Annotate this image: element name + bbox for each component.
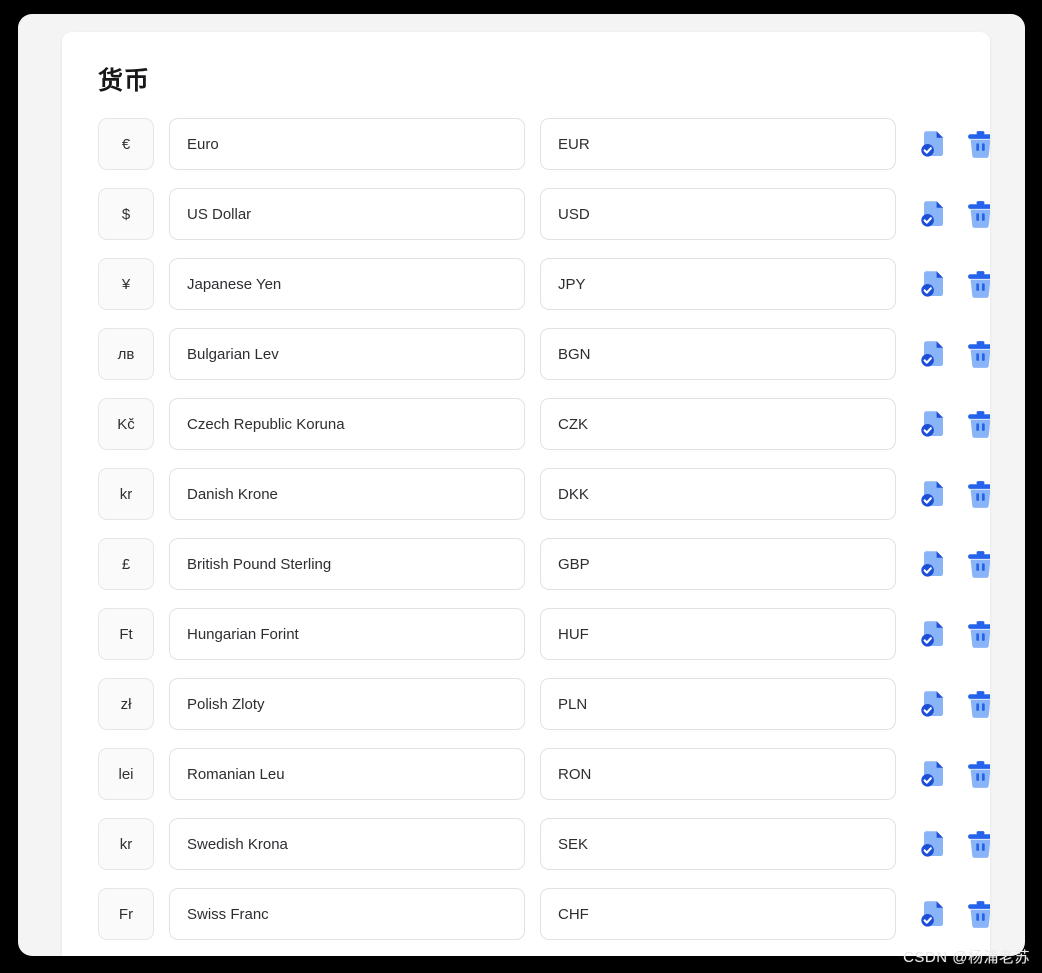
- currency-row: лв Bulgarian Lev BGN: [62, 328, 990, 380]
- currency-name-input[interactable]: British Pound Sterling: [169, 538, 525, 590]
- currency-code-input[interactable]: RON: [540, 748, 896, 800]
- trash-icon[interactable]: [964, 688, 990, 721]
- currency-name-input[interactable]: Czech Republic Koruna: [169, 398, 525, 450]
- trash-icon[interactable]: [964, 758, 990, 791]
- currency-name-input[interactable]: Hungarian Forint: [169, 608, 525, 660]
- currency-name-input[interactable]: Euro: [169, 118, 525, 170]
- currency-code-input[interactable]: HUF: [540, 608, 896, 660]
- currency-row: Ft Hungarian Forint HUF: [62, 608, 990, 660]
- currency-symbol-box[interactable]: Ft: [98, 608, 154, 660]
- currency-symbol-box[interactable]: Kč: [98, 398, 154, 450]
- save-icon[interactable]: [917, 548, 950, 581]
- row-actions: [917, 198, 990, 231]
- currency-symbol-box[interactable]: lei: [98, 748, 154, 800]
- currency-row: kr Danish Krone DKK: [62, 468, 990, 520]
- currency-code-input[interactable]: JPY: [540, 258, 896, 310]
- row-actions: [917, 758, 990, 791]
- save-icon[interactable]: [917, 618, 950, 651]
- row-actions: [917, 268, 990, 301]
- screenshot-frame: 货币 € Euro EUR $ US Dollar USD ¥ Japanese Yen JPY…: [0, 0, 1042, 973]
- save-icon[interactable]: [917, 408, 950, 441]
- currency-symbol-box[interactable]: $: [98, 188, 154, 240]
- currency-symbol-box[interactable]: ¥: [98, 258, 154, 310]
- trash-icon[interactable]: [964, 338, 990, 371]
- currency-row: Fr Swiss Franc CHF: [62, 888, 990, 940]
- page-surface: 货币 € Euro EUR $ US Dollar USD ¥ Japanese Yen JPY…: [18, 14, 1025, 956]
- save-icon[interactable]: [917, 758, 950, 791]
- currency-row: lei Romanian Leu RON: [62, 748, 990, 800]
- trash-icon[interactable]: [964, 548, 990, 581]
- currency-name-input[interactable]: Danish Krone: [169, 468, 525, 520]
- trash-icon[interactable]: [964, 898, 990, 931]
- currency-symbol-box[interactable]: zł: [98, 678, 154, 730]
- page-title: 货币: [98, 67, 151, 95]
- currency-row: zł Polish Zloty PLN: [62, 678, 990, 730]
- currency-name-input[interactable]: Bulgarian Lev: [169, 328, 525, 380]
- currency-code-input[interactable]: CHF: [540, 888, 896, 940]
- currency-code-input[interactable]: GBP: [540, 538, 896, 590]
- currency-name-input[interactable]: Japanese Yen: [169, 258, 525, 310]
- row-actions: [917, 338, 990, 371]
- currency-symbol-box[interactable]: лв: [98, 328, 154, 380]
- currency-code-input[interactable]: SEK: [540, 818, 896, 870]
- currency-name-input[interactable]: Swedish Krona: [169, 818, 525, 870]
- currency-symbol-box[interactable]: kr: [98, 818, 154, 870]
- currency-code-input[interactable]: CZK: [540, 398, 896, 450]
- save-icon[interactable]: [917, 338, 950, 371]
- currency-symbol-box[interactable]: £: [98, 538, 154, 590]
- currency-row: Kč Czech Republic Koruna CZK: [62, 398, 990, 450]
- currency-row: $ US Dollar USD: [62, 188, 990, 240]
- trash-icon[interactable]: [964, 198, 990, 231]
- row-actions: [917, 128, 990, 161]
- row-actions: [917, 688, 990, 721]
- currency-name-input[interactable]: Swiss Franc: [169, 888, 525, 940]
- currency-code-input[interactable]: USD: [540, 188, 896, 240]
- currency-symbol-box[interactable]: kr: [98, 468, 154, 520]
- row-actions: [917, 548, 990, 581]
- row-actions: [917, 408, 990, 441]
- currency-code-input[interactable]: BGN: [540, 328, 896, 380]
- currency-name-input[interactable]: Polish Zloty: [169, 678, 525, 730]
- save-icon[interactable]: [917, 828, 950, 861]
- row-actions: [917, 828, 990, 861]
- save-icon[interactable]: [917, 268, 950, 301]
- currency-row: £ British Pound Sterling GBP: [62, 538, 990, 590]
- currency-code-input[interactable]: DKK: [540, 468, 896, 520]
- row-actions: [917, 618, 990, 651]
- currency-name-input[interactable]: Romanian Leu: [169, 748, 525, 800]
- trash-icon[interactable]: [964, 618, 990, 651]
- currency-row: ¥ Japanese Yen JPY: [62, 258, 990, 310]
- trash-icon[interactable]: [964, 408, 990, 441]
- currency-row: € Euro EUR: [62, 118, 990, 170]
- row-actions: [917, 898, 990, 931]
- currency-name-input[interactable]: US Dollar: [169, 188, 525, 240]
- currency-code-input[interactable]: PLN: [540, 678, 896, 730]
- trash-icon[interactable]: [964, 268, 990, 301]
- trash-icon[interactable]: [964, 128, 990, 161]
- row-actions: [917, 478, 990, 511]
- currency-row: kr Swedish Krona SEK: [62, 818, 990, 870]
- currency-code-input[interactable]: EUR: [540, 118, 896, 170]
- save-icon[interactable]: [917, 898, 950, 931]
- trash-icon[interactable]: [964, 828, 990, 861]
- currency-symbol-box[interactable]: €: [98, 118, 154, 170]
- currency-card: 货币 € Euro EUR $ US Dollar USD ¥ Japanese Yen JPY…: [62, 32, 990, 956]
- currency-list: € Euro EUR $ US Dollar USD ¥ Japanese Yen JPY лв B…: [62, 96, 990, 940]
- save-icon[interactable]: [917, 128, 950, 161]
- save-icon[interactable]: [917, 198, 950, 231]
- currency-symbol-box[interactable]: Fr: [98, 888, 154, 940]
- trash-icon[interactable]: [964, 478, 990, 511]
- save-icon[interactable]: [917, 478, 950, 511]
- save-icon[interactable]: [917, 688, 950, 721]
